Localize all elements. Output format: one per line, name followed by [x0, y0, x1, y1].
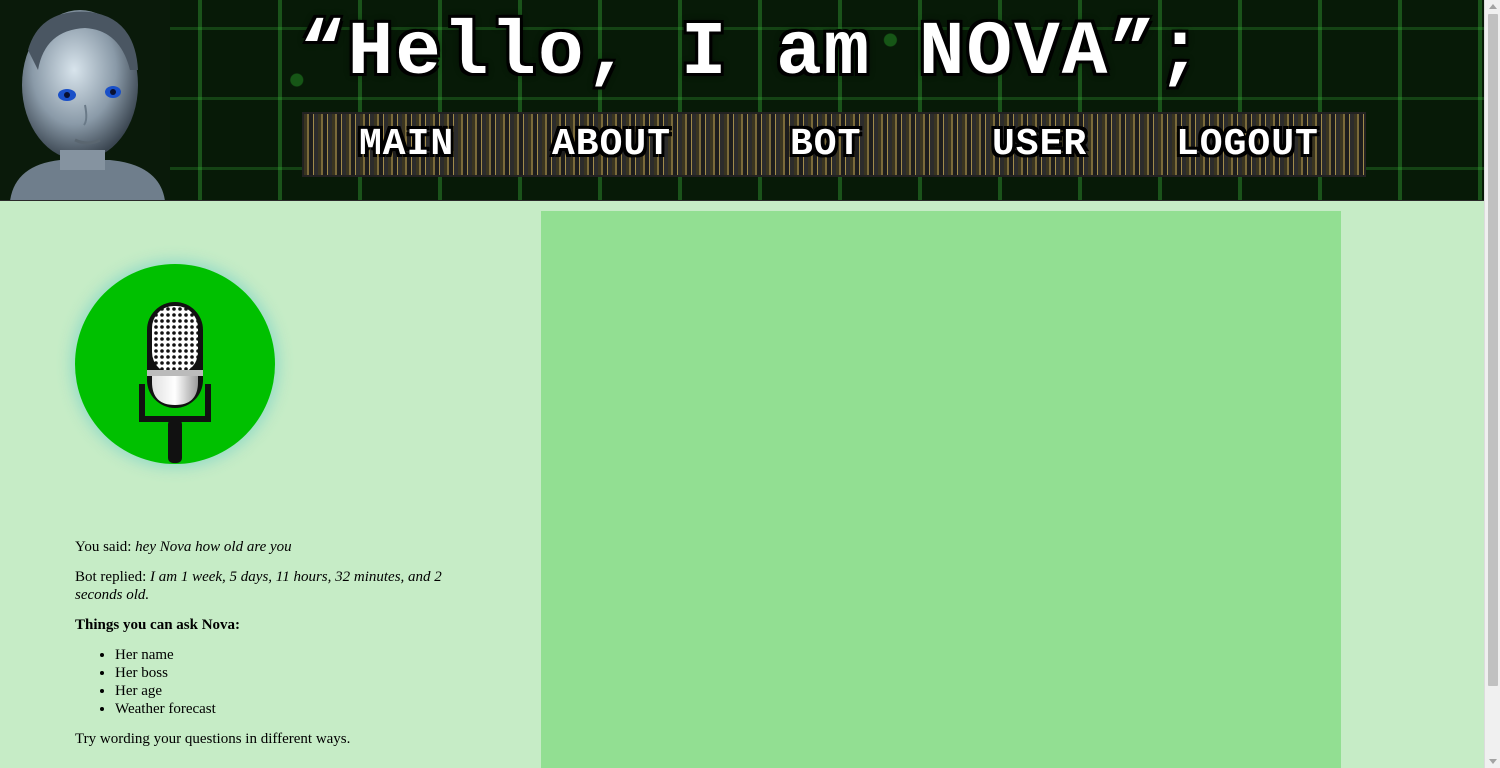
list-item: Her boss [115, 664, 475, 682]
scroll-down-arrow-icon[interactable] [1489, 759, 1497, 764]
vertical-scrollbar[interactable] [1484, 0, 1500, 768]
page-title: “Hello, I am NOVA”; [300, 10, 1205, 96]
scroll-up-arrow-icon[interactable] [1489, 4, 1497, 9]
nav-item-bot[interactable]: BOT [790, 114, 861, 175]
user-utterance: You said: hey Nova how old are you [75, 538, 475, 556]
nav-item-main[interactable]: MAIN [359, 114, 454, 175]
nav-item-user[interactable]: USER [992, 114, 1087, 175]
hint-text: Try wording your questions in different … [75, 731, 351, 747]
things-heading: Things you can ask Nova: [75, 617, 241, 633]
bot-replied-label: Bot replied: [75, 569, 147, 585]
list-item: Her name [115, 646, 475, 664]
bot-reply: Bot replied: I am 1 week, 5 days, 11 hou… [75, 568, 475, 604]
microphone-icon [139, 302, 211, 463]
site-header: “Hello, I am NOVA”; MAIN ABOUT BOT USER … [0, 0, 1484, 201]
things-list: Her name Her boss Her age Weather foreca… [75, 646, 475, 718]
main-nav: MAIN ABOUT BOT USER LOGOUT [302, 112, 1366, 177]
you-said-label: You said: [75, 539, 132, 555]
list-item: Her age [115, 682, 475, 700]
microphone-button[interactable] [75, 264, 275, 464]
nav-item-logout[interactable]: LOGOUT [1176, 114, 1319, 175]
list-item: Weather forecast [115, 700, 475, 718]
scroll-thumb[interactable] [1488, 14, 1498, 686]
conversation-panel: You said: hey Nova how old are you Bot r… [75, 538, 475, 760]
nav-item-about[interactable]: ABOUT [552, 114, 671, 175]
you-said-text: hey Nova how old are you [135, 539, 292, 555]
robot-face-icon [0, 0, 170, 200]
main-content-panel [541, 211, 1341, 768]
